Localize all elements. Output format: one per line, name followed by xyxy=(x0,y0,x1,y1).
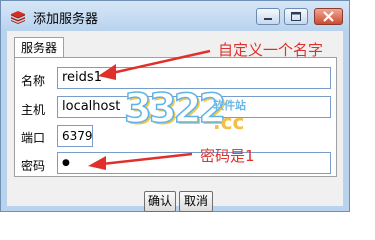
annotation-arrows xyxy=(88,49,211,170)
name-arrow-icon xyxy=(98,49,211,80)
password-arrow-icon xyxy=(88,152,193,170)
